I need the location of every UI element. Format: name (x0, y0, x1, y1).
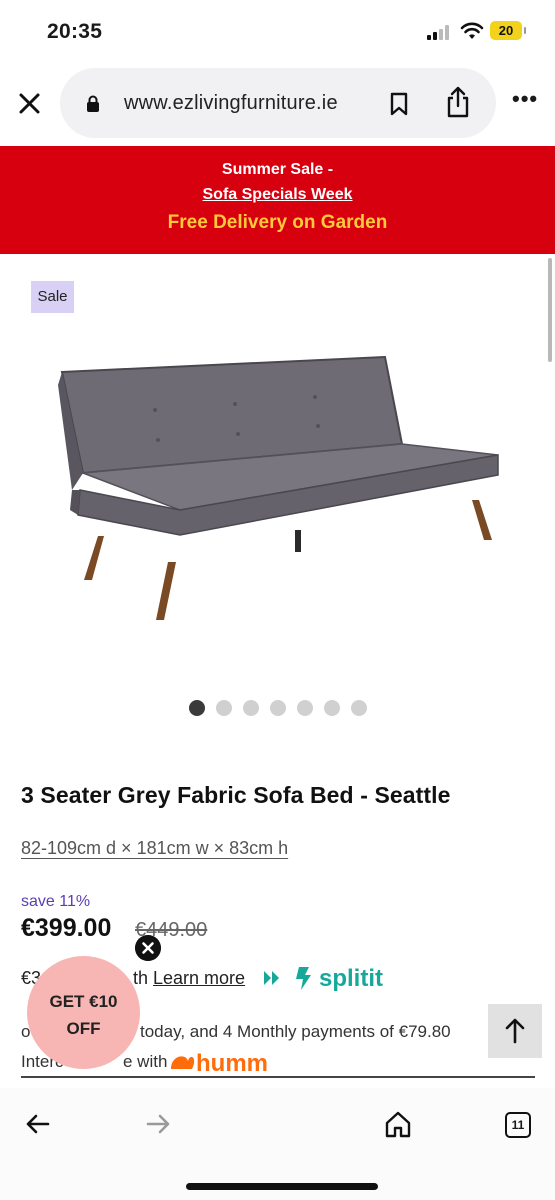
current-price: €399.00 (21, 914, 112, 942)
forward-arrow-icon[interactable] (144, 1112, 172, 1136)
share-icon[interactable] (445, 86, 471, 118)
promo-banner[interactable]: Summer Sale - Sofa Specials Week Free De… (0, 146, 555, 254)
splitit-mid-text: th (133, 968, 149, 988)
carousel-dot[interactable] (189, 700, 205, 716)
sale-badge: Sale (31, 281, 74, 313)
splitit-logo: splitit (296, 965, 383, 992)
double-chevron-icon (264, 971, 279, 985)
browser-top-bar: www.ezlivingfurniture.ie ••• (0, 62, 555, 144)
url-text: www.ezlivingfurniture.ie (124, 92, 338, 114)
carousel-dot[interactable] (270, 700, 286, 716)
back-to-top-button[interactable] (488, 1004, 542, 1058)
humm-logo: humm (171, 1050, 268, 1077)
svg-text:humm: humm (196, 1050, 268, 1077)
home-indicator (186, 1183, 378, 1190)
discount-popup[interactable]: GET €10 OFF (27, 956, 140, 1069)
discount-popup-line2: OFF (66, 1019, 101, 1038)
wifi-icon (460, 22, 484, 39)
save-percentage: save 11% (21, 893, 91, 910)
discount-popup-line1: GET €10 (49, 992, 118, 1011)
sofa-specials-link[interactable]: Sofa Specials Week (203, 186, 353, 203)
carousel-dot[interactable] (243, 700, 259, 716)
product-dimensions[interactable]: 82-109cm d × 181cm w × 83cm h (21, 838, 288, 859)
browser-bottom-bar: 11 (0, 1088, 555, 1200)
carousel-dot[interactable] (324, 700, 340, 716)
product-image[interactable] (40, 340, 520, 630)
battery-indicator: 20 (490, 21, 526, 40)
close-icon[interactable] (16, 90, 44, 118)
status-time: 20:35 (47, 20, 103, 43)
carousel-dot[interactable] (351, 700, 367, 716)
promo-line-3: Free Delivery on Garden (167, 212, 388, 233)
tabs-count-button[interactable]: 11 (505, 1112, 531, 1138)
humm-installments-text: today, and 4 Monthly payments of €79.80 (140, 1022, 451, 1041)
section-divider (21, 1076, 535, 1078)
humm-line2-b: e with (123, 1052, 168, 1071)
popup-close-icon[interactable] (135, 935, 161, 961)
product-title: 3 Seater Grey Fabric Sofa Bed - Seattle (21, 782, 451, 808)
promo-line-1: Summer Sale - (221, 161, 334, 178)
bookmark-icon[interactable] (390, 92, 408, 116)
promo-line-2[interactable]: Sofa Specials Week (0, 186, 555, 204)
scrollbar[interactable] (548, 258, 552, 362)
lock-icon (87, 95, 99, 112)
address-bar[interactable]: www.ezlivingfurniture.ie (60, 68, 496, 138)
learn-more-link[interactable]: Learn more (153, 968, 245, 989)
carousel-dot[interactable] (216, 700, 232, 716)
home-icon[interactable] (384, 1110, 412, 1138)
status-bar: 20:35 20 (0, 0, 555, 62)
carousel-dot[interactable] (297, 700, 313, 716)
cellular-signal-icon (427, 24, 453, 40)
back-arrow-icon[interactable] (24, 1112, 52, 1136)
svg-text:splitit: splitit (319, 965, 383, 992)
more-options-icon[interactable]: ••• (512, 88, 538, 110)
